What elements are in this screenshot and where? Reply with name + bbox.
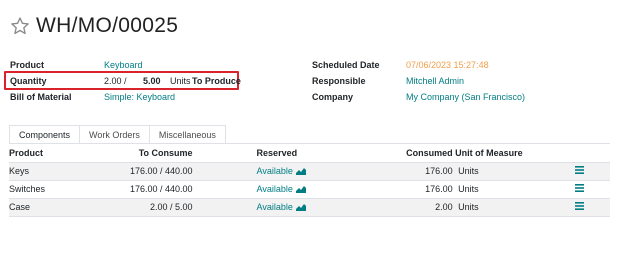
- row-product[interactable]: Keys: [9, 162, 100, 181]
- row-product[interactable]: Case: [9, 198, 100, 217]
- page-title: WH/MO/00025: [36, 14, 179, 37]
- star-icon[interactable]: [10, 16, 30, 36]
- row-to-consume[interactable]: 176.00 / 440.00: [99, 180, 193, 199]
- quantity-separator: /: [124, 76, 127, 86]
- quantity-to-produce: To Produce: [192, 76, 241, 86]
- bom-label: Bill of Material: [10, 92, 72, 102]
- record-header: WH/MO/00025: [10, 14, 178, 38]
- area-chart-icon[interactable]: [295, 167, 306, 175]
- company-link[interactable]: My Company (San Francisco): [406, 92, 525, 102]
- reserved-status: Available: [257, 202, 306, 212]
- row-to-consume[interactable]: 2.00 / 5.00: [99, 198, 193, 217]
- col-product[interactable]: Product: [9, 145, 100, 163]
- row-consumed[interactable]: 176.00: [305, 162, 453, 181]
- product-link[interactable]: Keyboard: [104, 60, 143, 70]
- responsible-label: Responsible: [312, 76, 366, 86]
- scheduled-date-label: Scheduled Date: [312, 60, 380, 70]
- product-label: Product: [10, 60, 45, 70]
- list-icon[interactable]: [575, 202, 584, 210]
- row-to-consume[interactable]: 176.00 / 440.00: [99, 162, 193, 181]
- row-uom: Units: [455, 180, 575, 199]
- table-row[interactable]: Keys 176.00 / 440.00 Available 176.00 Un…: [9, 162, 610, 181]
- tab-divider: [9, 143, 610, 144]
- row-uom: Units: [455, 198, 575, 217]
- col-reserved[interactable]: Reserved: [192, 145, 306, 163]
- tab-components[interactable]: Components: [9, 125, 81, 144]
- row-consumed[interactable]: 2.00: [305, 198, 453, 217]
- table-header-row: Product To Consume Reserved Consumed Uni…: [9, 145, 610, 163]
- tab-work-orders[interactable]: Work Orders: [79, 125, 150, 144]
- row-uom: Units: [455, 162, 575, 181]
- reserved-status: Available: [257, 184, 306, 194]
- reserved-status: Available: [257, 166, 306, 176]
- components-table: Product To Consume Reserved Consumed Uni…: [9, 145, 610, 217]
- company-label: Company: [312, 92, 354, 102]
- row-product[interactable]: Switches: [9, 180, 100, 199]
- quantity-produced-value[interactable]: 2.00: [104, 76, 122, 86]
- area-chart-icon[interactable]: [295, 185, 306, 193]
- quantity-total-value[interactable]: 5.00: [143, 76, 161, 86]
- col-consumed[interactable]: Consumed: [305, 145, 453, 163]
- quantity-unit[interactable]: Units: [170, 76, 191, 86]
- responsible-link[interactable]: Mitchell Admin: [406, 76, 464, 86]
- col-to-consume[interactable]: To Consume: [99, 145, 193, 163]
- table-row[interactable]: Case 2.00 / 5.00 Available 2.00 Units: [9, 198, 610, 217]
- area-chart-icon[interactable]: [295, 203, 306, 211]
- tab-miscellaneous[interactable]: Miscellaneous: [148, 125, 226, 144]
- list-icon[interactable]: [575, 166, 584, 174]
- list-icon[interactable]: [575, 184, 584, 192]
- col-unit-of-measure[interactable]: Unit of Measure: [455, 145, 575, 163]
- table-row[interactable]: Switches 176.00 / 440.00 Available 176.0…: [9, 180, 610, 199]
- quantity-label: Quantity: [10, 76, 47, 86]
- row-consumed[interactable]: 176.00: [305, 180, 453, 199]
- scheduled-date-value[interactable]: 07/06/2023 15:27:48: [406, 60, 489, 70]
- bom-link[interactable]: Simple: Keyboard: [104, 92, 175, 102]
- notebook-tabs: Components Work Orders Miscellaneous: [9, 125, 226, 144]
